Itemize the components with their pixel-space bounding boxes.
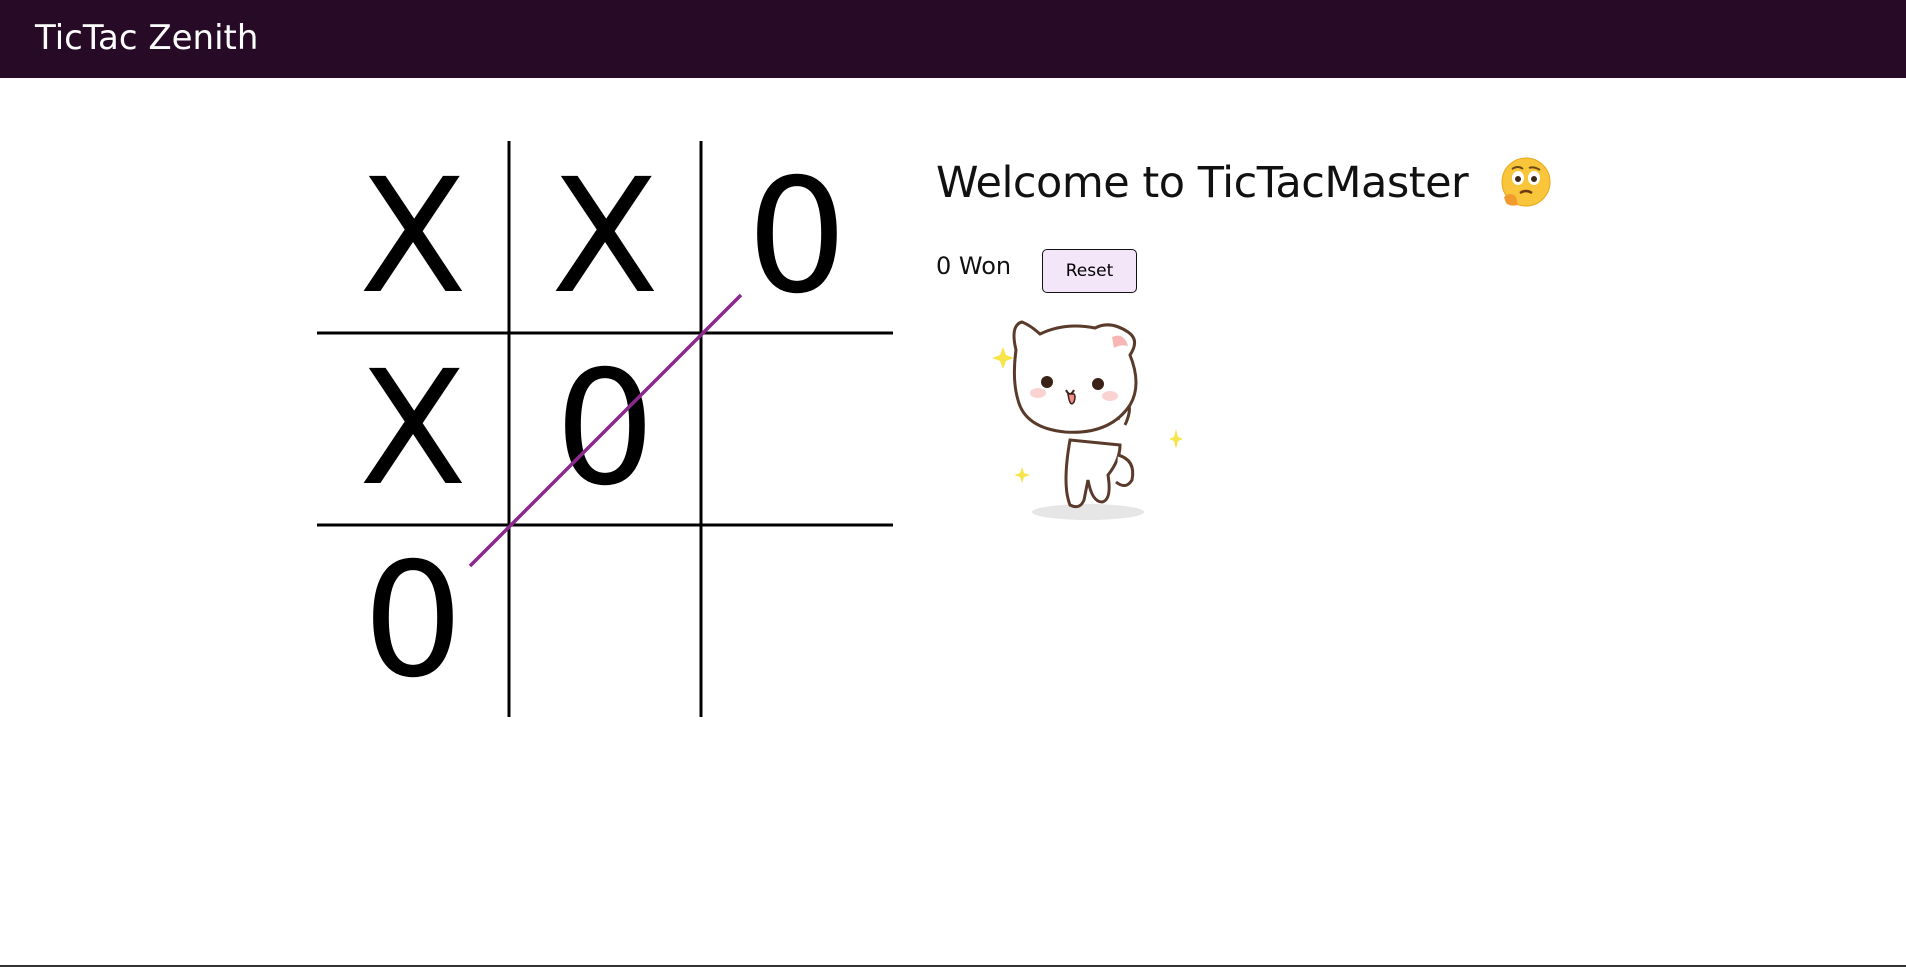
welcome-heading: Welcome to TicTacMaster xyxy=(936,158,1469,208)
board-cell-4[interactable]: X xyxy=(317,333,509,525)
board-cell-2[interactable]: X xyxy=(509,141,701,333)
board-cell-5[interactable]: 0 xyxy=(509,333,701,525)
thinking-face-icon xyxy=(1501,157,1551,207)
board-cell-6[interactable] xyxy=(701,333,893,525)
score-label: 0 Won xyxy=(936,252,1012,280)
dancing-cat-icon xyxy=(992,320,1183,520)
top-navbar: TicTac Zenith xyxy=(0,0,1906,78)
board-cell-3[interactable]: 0 xyxy=(701,141,893,333)
tictactoe-board: X X 0 X 0 0 xyxy=(317,141,893,717)
app-title: TicTac Zenith xyxy=(35,18,259,58)
board-cell-8[interactable] xyxy=(509,525,701,717)
board-cell-9[interactable] xyxy=(701,525,893,717)
board-cell-1[interactable]: X xyxy=(317,141,509,333)
reset-button[interactable]: Reset xyxy=(1042,249,1137,293)
board-cell-7[interactable]: 0 xyxy=(317,525,509,717)
